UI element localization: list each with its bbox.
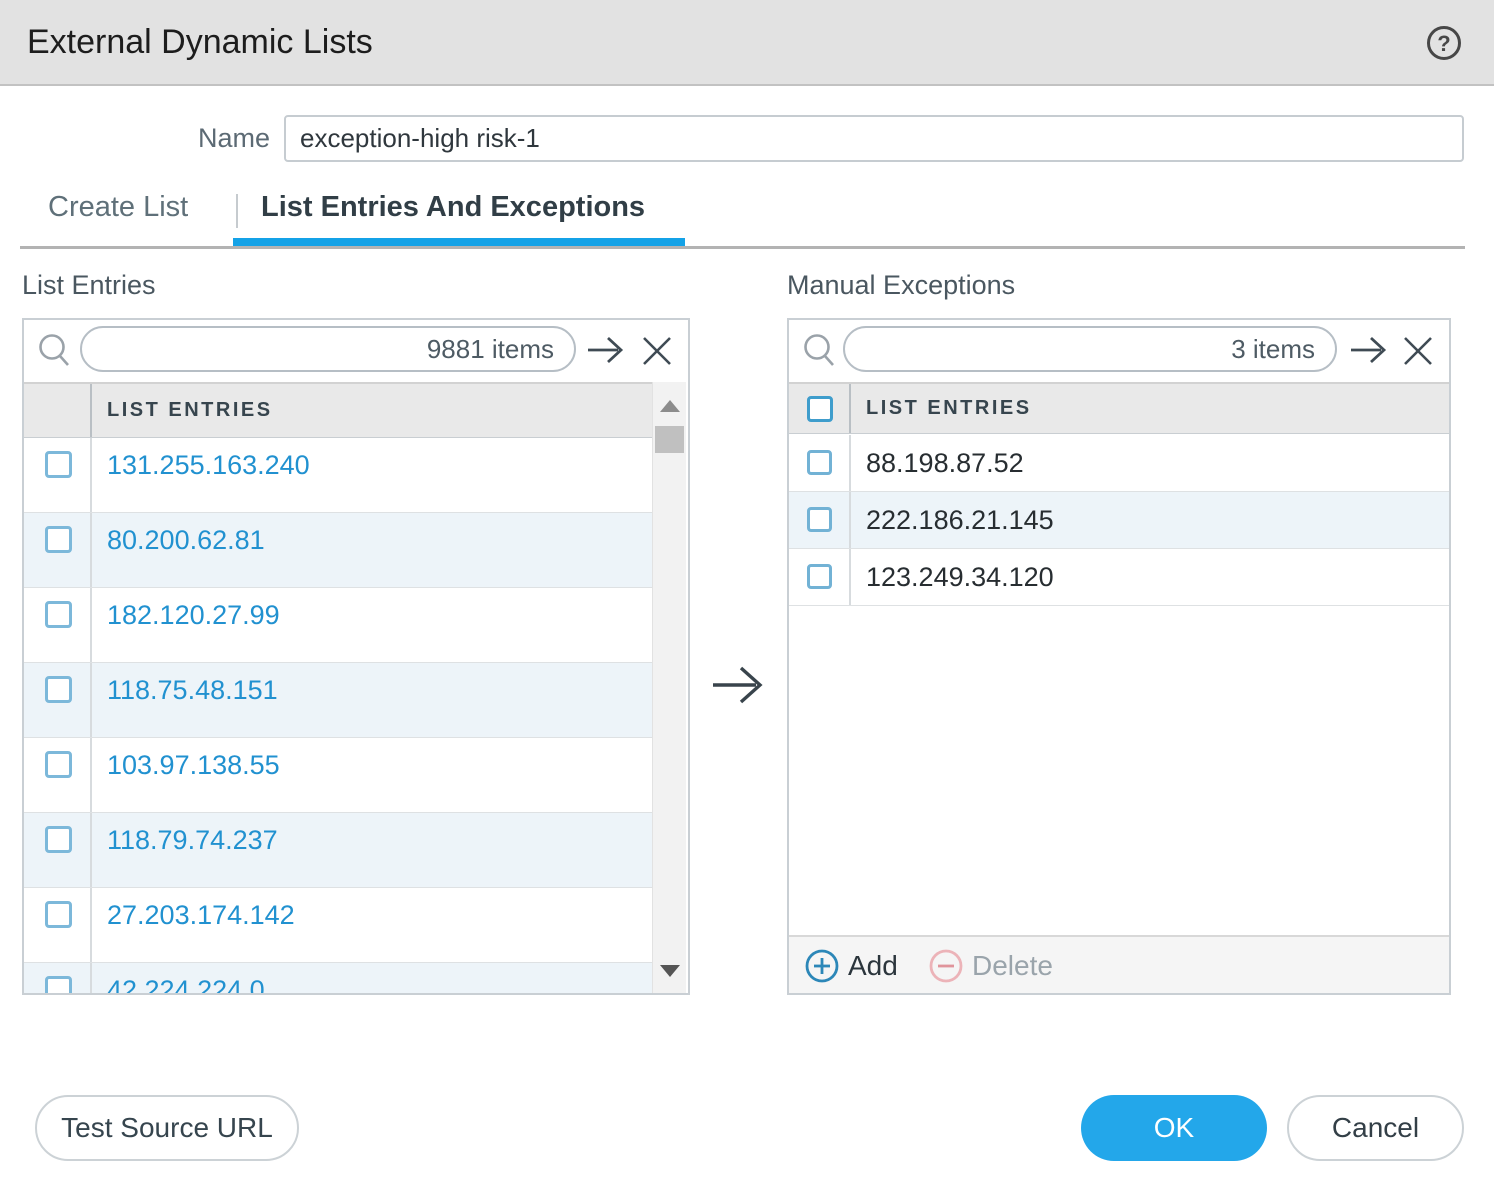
table-row[interactable]: 118.75.48.151 [24, 663, 652, 738]
scroll-down-arrow-icon[interactable] [660, 965, 680, 977]
table-row[interactable]: 27.203.174.142 [24, 888, 652, 963]
list-entries-search-input[interactable] [100, 330, 400, 368]
add-plus-icon [804, 948, 840, 984]
dialog-titlebar: External Dynamic Lists ? [0, 0, 1494, 86]
delete-minus-icon [928, 948, 964, 984]
add-button-label: Add [848, 950, 898, 982]
exception-ip-entry[interactable]: 123.249.34.120 [851, 562, 1054, 593]
list-entries-column-header: LIST ENTRIES [92, 399, 273, 422]
row-checkbox[interactable] [45, 751, 72, 778]
table-row[interactable]: 182.120.27.99 [24, 588, 652, 663]
apply-filter-arrow-icon[interactable] [586, 333, 626, 372]
ip-entry-link[interactable]: 103.97.138.55 [92, 750, 280, 781]
tab-divider [236, 194, 238, 228]
test-source-url-button[interactable]: Test Source URL [35, 1095, 299, 1161]
row-checkbox[interactable] [807, 507, 832, 532]
table-row[interactable]: 80.200.62.81 [24, 513, 652, 588]
row-checkbox[interactable] [45, 601, 72, 628]
clear-filter-x-icon[interactable] [1402, 335, 1434, 372]
external-dynamic-lists-dialog: External Dynamic Lists ? Name Create Lis… [0, 0, 1494, 1200]
row-checkbox[interactable] [45, 451, 72, 478]
name-input[interactable] [284, 115, 1464, 162]
header-checkbox-cell [24, 384, 92, 437]
search-icon [34, 330, 76, 377]
table-row[interactable]: 131.255.163.240 [24, 438, 652, 513]
tabs-divider-line [20, 246, 1465, 249]
delete-button-disabled[interactable]: Delete [928, 937, 1053, 995]
manual-exceptions-rows: 88.198.87.52 222.186.21.145 123.249.34.1… [789, 435, 1449, 993]
table-row[interactable]: 88.198.87.52 [789, 435, 1449, 492]
table-row[interactable]: 103.97.138.55 [24, 738, 652, 813]
manual-exceptions-search-input[interactable] [863, 330, 1163, 368]
list-entries-heading: List Entries [22, 270, 156, 301]
add-button[interactable]: Add [804, 937, 898, 995]
active-tab-underline [233, 238, 685, 246]
row-checkbox[interactable] [807, 450, 832, 475]
scroll-up-arrow-icon[interactable] [660, 400, 680, 412]
clear-filter-x-icon[interactable] [641, 335, 673, 372]
manual-exceptions-heading: Manual Exceptions [787, 270, 1015, 301]
delete-button-label: Delete [972, 950, 1053, 982]
manual-exceptions-search-field[interactable]: 3 items [843, 326, 1337, 372]
list-entries-rows: 131.255.163.240 80.200.62.81 182.120.27.… [24, 438, 652, 993]
list-entries-search-row: 9881 items [24, 320, 688, 382]
manual-exceptions-table-header: LIST ENTRIES [789, 382, 1449, 434]
tab-create-list[interactable]: Create List [48, 191, 188, 224]
ip-entry-link[interactable]: 182.120.27.99 [92, 600, 280, 631]
table-row[interactable]: 118.79.74.237 [24, 813, 652, 888]
exception-ip-entry[interactable]: 88.198.87.52 [851, 448, 1024, 479]
row-checkbox[interactable] [45, 976, 72, 995]
ip-entry-link[interactable]: 118.75.48.151 [92, 675, 278, 706]
manual-exceptions-panel: 3 items LIST ENTRIES [787, 318, 1451, 995]
manual-exceptions-search-row: 3 items [789, 320, 1449, 382]
ip-entry-link[interactable]: 42.224.224.0 [92, 975, 265, 995]
vertical-scrollbar[interactable] [652, 382, 686, 993]
exception-ip-entry[interactable]: 222.186.21.145 [851, 505, 1054, 536]
dialog-title: External Dynamic Lists [27, 0, 373, 84]
ip-entry-link[interactable]: 27.203.174.142 [92, 900, 295, 931]
ip-entry-link[interactable]: 80.200.62.81 [92, 525, 265, 556]
ok-button[interactable]: OK [1081, 1095, 1267, 1161]
ip-entry-link[interactable]: 131.255.163.240 [92, 450, 310, 481]
apply-filter-arrow-icon[interactable] [1349, 333, 1389, 372]
svg-text:?: ? [1437, 31, 1450, 56]
scrollbar-thumb[interactable] [655, 426, 684, 453]
ip-entry-link[interactable]: 118.79.74.237 [92, 825, 278, 856]
manual-exceptions-column-header: LIST ENTRIES [851, 397, 1032, 420]
list-entries-search-field[interactable]: 9881 items [80, 326, 576, 372]
list-entries-table-header: LIST ENTRIES [24, 382, 652, 438]
manual-exceptions-footer: Add Delete [789, 935, 1449, 993]
table-row[interactable]: 222.186.21.145 [789, 492, 1449, 549]
table-row-partial[interactable]: 42.224.224.0 [24, 963, 652, 995]
row-checkbox[interactable] [45, 526, 72, 553]
select-all-checkbox[interactable] [807, 396, 833, 422]
help-icon[interactable]: ? [1426, 25, 1462, 61]
row-checkbox[interactable] [45, 901, 72, 928]
tab-list-entries-and-exceptions[interactable]: List Entries And Exceptions [261, 191, 645, 224]
list-entries-panel: 9881 items LIST ENTRIES 13 [22, 318, 690, 995]
list-entries-count-badge: 9881 items [427, 328, 554, 370]
move-to-exceptions-arrow-icon [710, 661, 768, 714]
row-checkbox[interactable] [45, 676, 72, 703]
table-row[interactable]: 123.249.34.120 [789, 549, 1449, 606]
manual-exceptions-count-badge: 3 items [1231, 328, 1315, 370]
search-icon [799, 330, 841, 377]
cancel-button[interactable]: Cancel [1287, 1095, 1464, 1161]
row-checkbox[interactable] [807, 564, 832, 589]
row-checkbox[interactable] [45, 826, 72, 853]
name-label: Name [0, 123, 270, 154]
